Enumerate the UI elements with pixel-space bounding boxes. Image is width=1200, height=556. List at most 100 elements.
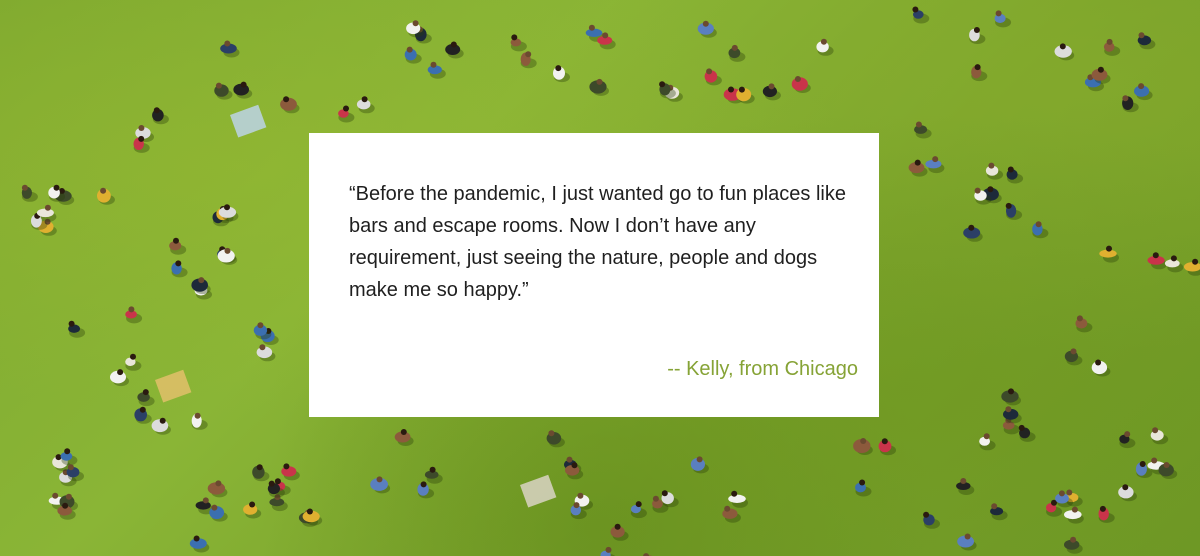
- person-figure: [280, 96, 300, 114]
- person-figure: [445, 41, 464, 59]
- person-figure: [1119, 431, 1136, 449]
- quote-card: “Before the pandemic, I just wanted go t…: [309, 133, 879, 417]
- person-figure: [791, 76, 811, 93]
- person-figure: [925, 156, 945, 174]
- person-figure: [553, 65, 570, 83]
- person-figure: [1098, 505, 1115, 523]
- person-figure: [60, 448, 78, 466]
- person-figure: [1005, 202, 1023, 220]
- person-figure: [912, 6, 930, 24]
- person-figure: [417, 481, 435, 499]
- person-figure: [134, 406, 152, 424]
- person-figure: [630, 501, 647, 519]
- person-figure: [1091, 359, 1111, 377]
- person-figure: [853, 438, 873, 455]
- person-figure: [722, 505, 741, 523]
- quote-text: “Before the pandemic, I just wanted go t…: [349, 183, 846, 301]
- person-figure: [125, 306, 143, 324]
- person-figure: [1054, 43, 1075, 61]
- picnic-blanket: [520, 474, 557, 508]
- person-figure: [728, 490, 748, 508]
- person-figure: [256, 344, 276, 362]
- person-figure: [520, 51, 537, 69]
- person-figure: [152, 107, 169, 125]
- person-figure: [189, 535, 210, 553]
- person-figure: [985, 162, 1004, 180]
- person-figure: [1137, 32, 1156, 50]
- person-figure: [125, 353, 142, 371]
- person-figure: [97, 187, 115, 205]
- person-figure: [1001, 388, 1021, 406]
- person-figure: [510, 34, 527, 52]
- person-figure: [356, 96, 375, 114]
- person-figure: [404, 46, 422, 64]
- person-figure: [252, 464, 270, 482]
- person-figure: [990, 503, 1008, 521]
- person-figure: [253, 322, 272, 340]
- person-figure: [191, 277, 211, 295]
- person-figure: [728, 44, 746, 62]
- person-figure: [979, 433, 996, 451]
- person-figure: [48, 184, 66, 202]
- person-figure: [1064, 536, 1083, 554]
- person-figure: [1099, 245, 1119, 263]
- person-figure: [816, 38, 834, 56]
- person-figure: [589, 78, 609, 96]
- person-figure: [690, 456, 709, 474]
- person-figure: [1183, 258, 1200, 276]
- person-figure: [908, 159, 928, 177]
- person-figure: [66, 464, 84, 482]
- person-figure: [1018, 424, 1036, 442]
- person-figure: [971, 64, 988, 82]
- person-figure: [1075, 315, 1093, 333]
- person-figure: [21, 184, 38, 202]
- person-figure: [762, 83, 781, 101]
- person-figure: [1006, 166, 1024, 184]
- person-figure: [1122, 95, 1139, 113]
- person-figure: [661, 490, 679, 508]
- person-figure: [1032, 221, 1049, 239]
- person-figure: [1064, 348, 1083, 366]
- person-figure: [207, 480, 228, 498]
- person-figure: [110, 369, 129, 387]
- person-figure: [214, 82, 233, 100]
- person-figure: [171, 260, 188, 278]
- person-figure: [169, 237, 187, 255]
- person-figure: [969, 27, 986, 44]
- picnic-blanket: [155, 369, 192, 403]
- person-figure: [137, 389, 155, 407]
- person-figure: [281, 463, 300, 481]
- person-figure: [963, 224, 983, 242]
- person-figure: [704, 68, 722, 86]
- person-figure: [151, 417, 171, 435]
- person-figure: [1064, 506, 1084, 524]
- person-figure: [610, 523, 629, 541]
- person-figure: [427, 61, 446, 79]
- person-figure: [243, 501, 262, 519]
- person-figure: [406, 20, 425, 38]
- person-figure: [1103, 38, 1121, 56]
- picnic-blanket: [230, 104, 267, 138]
- person-figure: [68, 320, 86, 338]
- person-figure: [956, 478, 975, 495]
- person-figure: [424, 466, 443, 484]
- person-figure: [957, 533, 977, 551]
- person-figure: [1164, 255, 1184, 273]
- person-figure: [659, 81, 676, 99]
- person-figure: [546, 430, 565, 448]
- person-figure: [923, 511, 940, 529]
- person-figure: [370, 476, 391, 494]
- person-figure: [220, 40, 240, 58]
- person-figure: [855, 479, 872, 497]
- person-figure: [914, 121, 932, 139]
- person-figure: [1134, 83, 1153, 101]
- person-figure: [878, 438, 896, 456]
- person-figure: [994, 10, 1012, 28]
- person-figure: [191, 412, 208, 430]
- quote-attribution: -- Kelly, from Chicago: [667, 358, 858, 380]
- person-figure: [1150, 427, 1169, 445]
- person-figure: [600, 546, 616, 556]
- person-figure: [1147, 252, 1168, 270]
- person-figure: [1118, 484, 1137, 502]
- person-figure: [394, 429, 414, 446]
